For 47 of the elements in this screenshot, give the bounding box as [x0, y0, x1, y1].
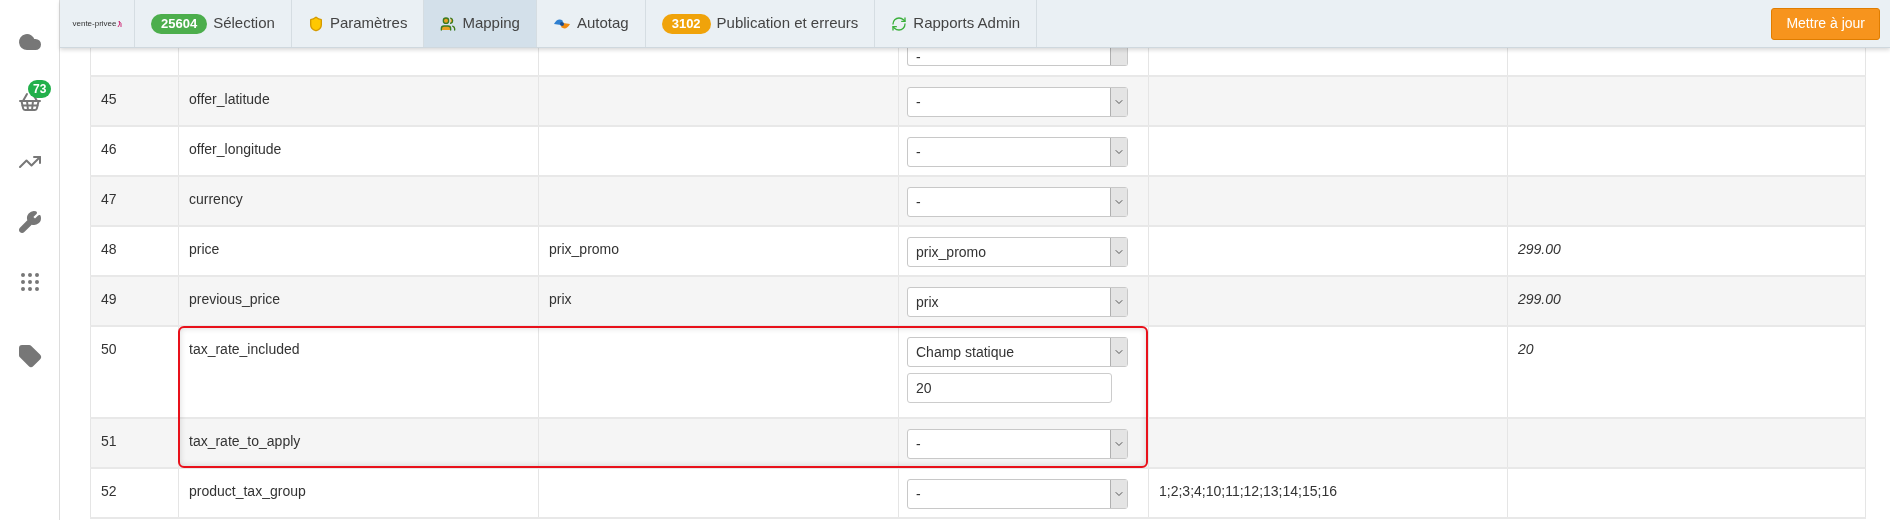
- logo-icon: [116, 19, 122, 28]
- nav-tab[interactable]: Autotag: [536, 0, 646, 47]
- static-value-field[interactable]: 20: [907, 373, 1112, 403]
- value-cell: 1;2;3;4;10;11;12;13;14;15;16: [1159, 483, 1337, 499]
- mapping-select[interactable]: -: [907, 137, 1128, 167]
- refresh-icon: [891, 15, 908, 32]
- mapping-select[interactable]: -: [907, 479, 1128, 509]
- mapping-select[interactable]: -: [907, 87, 1128, 117]
- people-icon: [440, 15, 457, 32]
- source-cell: prix_promo: [549, 241, 620, 257]
- result-cell: 20: [1518, 341, 1534, 357]
- wrench-icon[interactable]: [17, 210, 42, 234]
- field-name: offer_latitude: [189, 91, 270, 107]
- shield-icon: [307, 15, 324, 32]
- field-name: price: [189, 241, 220, 257]
- field-name: offer_longitude: [189, 141, 282, 157]
- field-name: currency: [189, 191, 243, 207]
- nav-tab[interactable]: Rapports Admin: [875, 0, 1038, 47]
- row-number: 51: [101, 433, 117, 449]
- nav-tab[interactable]: 3102 Publication et erreurs: [645, 0, 876, 47]
- tag-icon[interactable]: [17, 344, 42, 368]
- count-badge: 3102: [661, 13, 711, 34]
- row-number: 46: [101, 141, 117, 157]
- nav-tab[interactable]: 25604 Sélection: [135, 0, 292, 47]
- row-number: 52: [101, 483, 117, 499]
- mapping-select[interactable]: prix: [907, 287, 1128, 317]
- row-number: 45: [101, 91, 117, 107]
- mapping-select[interactable]: -: [907, 429, 1128, 459]
- mapping-select[interactable]: -: [907, 48, 1128, 66]
- row-number: 47: [101, 191, 117, 207]
- row-number: 49: [101, 291, 117, 307]
- result-cell: 299.00: [1518, 241, 1561, 257]
- mapping-select[interactable]: -: [907, 187, 1128, 217]
- count-badge: 73: [28, 80, 52, 98]
- field-name: previous_price: [189, 291, 281, 307]
- row-number: 48: [101, 241, 117, 257]
- field-name: product_tax_group: [189, 483, 306, 499]
- result-cell: 299.00: [1518, 291, 1561, 307]
- field-name: tax_rate_to_apply: [189, 433, 301, 449]
- mapping-select[interactable]: prix_promo: [907, 237, 1128, 267]
- nav-tab[interactable]: Mapping: [424, 0, 537, 47]
- logo[interactable]: vente-privee: [72, 17, 117, 30]
- count-badge: 25604: [151, 13, 208, 34]
- source-cell: prix: [549, 291, 572, 307]
- row-number: 50: [101, 341, 117, 357]
- field-name: tax_rate_included: [189, 341, 300, 357]
- mapping-select[interactable]: Champ statique: [907, 337, 1128, 367]
